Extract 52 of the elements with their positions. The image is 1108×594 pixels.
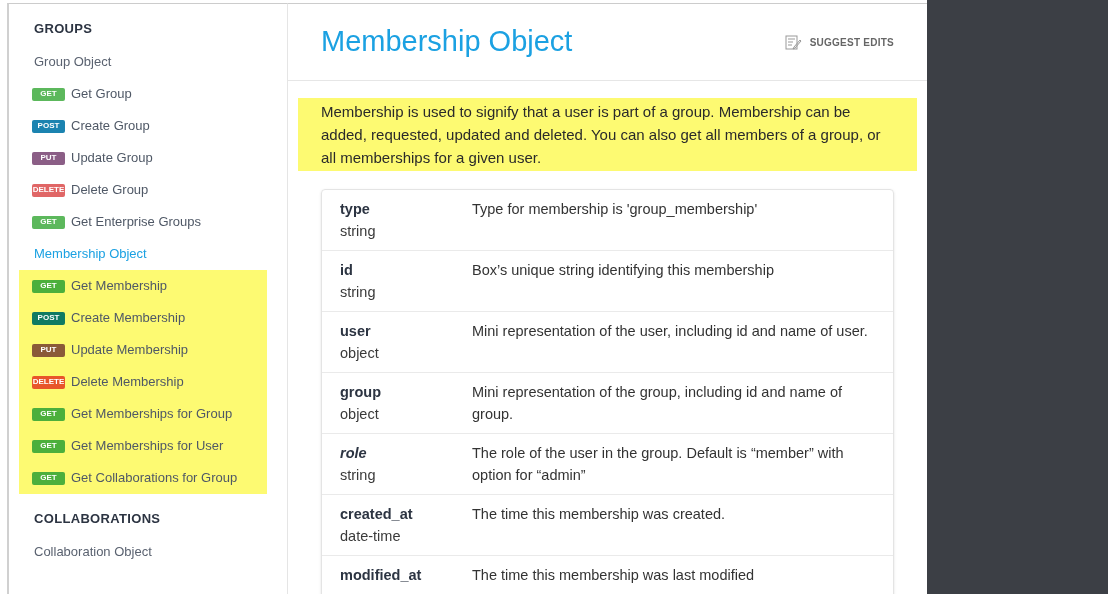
sidebar-link[interactable]: Get Collaborations for Group [71,468,238,488]
field-name: modified_at [340,566,423,585]
section-heading: GROUPS [33,20,94,39]
edit-document-icon [784,34,802,50]
sidebar-link[interactable]: Create Group [71,116,150,136]
field-name: user [340,322,372,341]
field-description: The role of the user in the group. Default is “member” with option for “admin” [472,444,845,485]
field-name: group [340,383,383,402]
field-type: string [340,466,377,485]
method-badge: GET [32,215,65,229]
field-name: id [340,261,354,280]
field-description: Mini representation of the group, including id and name of group. [472,383,843,424]
method-badge: GET [32,87,65,101]
field-type: string [340,283,377,302]
intro-paragraph: Membership is used to signify that a user is part of a group. Membership can be added, requested, updated and deleted. You can also get all members of a group, or all memberships for a given user. [298,98,917,171]
field-name: type [340,200,371,219]
sidebar-link[interactable]: Get Enterprise Groups [71,212,202,232]
field-type: string [340,222,377,241]
method-badge: POST [32,119,65,133]
method-badge: PUT [32,343,65,357]
sidebar-link[interactable]: Collaboration Object [34,542,152,562]
method-badge: GET [32,407,65,421]
sidebar-link[interactable]: Delete Group [71,180,149,200]
field-name: role [340,444,368,463]
sidebar-link[interactable]: Update Group [71,148,153,168]
field-description: Type for membership is 'group_membership' [472,200,759,219]
sidebar-link[interactable]: Update Membership [71,340,189,360]
method-badge: DELETE [32,183,65,197]
field-type: date-time [340,527,402,546]
sidebar-link[interactable]: Get Memberships for User [71,436,224,456]
field-name: created_at [340,505,414,524]
sidebar-link[interactable]: Get Membership [71,276,168,296]
field-description: The time this membership was last modified [472,566,756,585]
method-badge: PUT [32,151,65,165]
method-badge: POST [32,311,65,325]
method-badge: GET [32,439,65,453]
method-badge: DELETE [32,375,65,389]
field-type: object [340,344,380,363]
suggest-edits-button[interactable]: SUGGEST EDITS [784,34,894,50]
method-badge: GET [32,471,65,485]
field-description: The time this membership was created. [472,505,727,524]
sidebar-link[interactable]: Delete Membership [71,372,184,392]
page-title: Membership Object [321,24,573,60]
sidebar-link[interactable]: Get Memberships for Group [71,404,233,424]
field-description: Box’s unique string identifying this membership [472,261,775,280]
sidebar-link[interactable]: Create Membership [71,308,186,328]
field-description: Mini representation of the user, including id and name of user. [472,322,869,341]
sidebar-link[interactable]: Group Object [34,52,112,72]
field-type: object [340,405,380,424]
section-heading: COLLABORATIONS [33,510,162,529]
method-badge: GET [32,279,65,293]
sidebar-link[interactable]: Get Group [71,84,132,104]
